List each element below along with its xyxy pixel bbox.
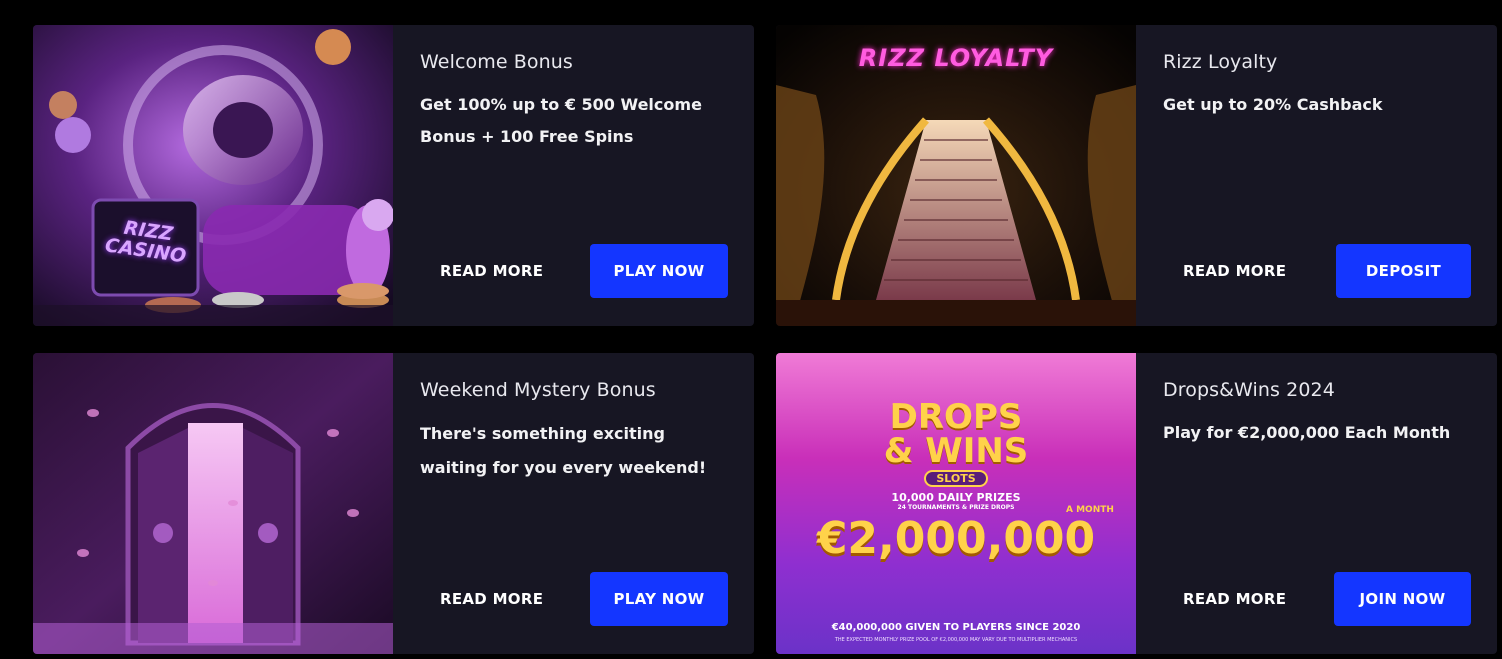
given-text: €40,000,000 GIVEN TO PLAYERS SINCE 2020 bbox=[831, 622, 1081, 633]
promo-card-weekend-mystery-bonus: Weekend Mystery Bonus There's something … bbox=[33, 353, 754, 654]
promo-card-rizz-loyalty: RIZZ LOYALTY Rizz Loyalty Get up to 20% … bbox=[776, 25, 1497, 326]
promo-info: Welcome Bonus Get 100% up to € 500 Welco… bbox=[393, 25, 754, 326]
promo-description: Play for €2,000,000 Each Month bbox=[1163, 423, 1451, 442]
play-now-button[interactable]: PLAY NOW bbox=[590, 244, 728, 298]
golden-staircase-image[interactable]: RIZZ LOYALTY bbox=[776, 25, 1136, 326]
promo-actions: READ MORE DEPOSIT bbox=[1163, 244, 1471, 298]
promo-title: Welcome Bonus bbox=[420, 51, 573, 73]
promotions-grid: RIZZ CASINO Welcome Bonus Get 100% up to… bbox=[33, 25, 1497, 654]
read-more-link[interactable]: READ MORE bbox=[1183, 262, 1286, 280]
promo-info: Drops&Wins 2024 Play for €2,000,000 Each… bbox=[1136, 353, 1497, 654]
promo-actions: READ MORE PLAY NOW bbox=[420, 244, 728, 298]
promo-description: Get up to 20% Cashback bbox=[1163, 95, 1383, 114]
promo-card-drops-wins: DROPS & WINS SLOTS 10,000 DAILY PRIZES 2… bbox=[776, 353, 1497, 654]
wins-headline: & WINS bbox=[883, 431, 1029, 471]
deposit-button[interactable]: DEPOSIT bbox=[1336, 244, 1471, 298]
promo-card-welcome-bonus: RIZZ CASINO Welcome Bonus Get 100% up to… bbox=[33, 25, 754, 326]
mystery-door-image[interactable] bbox=[33, 353, 393, 654]
promo-info: Rizz Loyalty Get up to 20% Cashback READ… bbox=[1136, 25, 1497, 326]
drops-wins-banner-image[interactable]: DROPS & WINS SLOTS 10,000 DAILY PRIZES 2… bbox=[776, 353, 1136, 654]
promo-description: There's something exciting waiting for y… bbox=[420, 424, 707, 477]
promo-title: Drops&Wins 2024 bbox=[1163, 379, 1335, 401]
drops-headline: DROPS bbox=[889, 397, 1023, 437]
casino-vault-image[interactable]: RIZZ CASINO bbox=[33, 25, 393, 326]
read-more-link[interactable]: READ MORE bbox=[440, 590, 543, 608]
fine-print-text: THE EXPECTED MONTHLY PRIZE POOL OF €2,00… bbox=[834, 637, 1078, 643]
slots-badge: SLOTS bbox=[924, 470, 988, 487]
promo-info: Weekend Mystery Bonus There's something … bbox=[393, 353, 754, 654]
loyalty-logo-text: RIZZ LOYALTY bbox=[858, 44, 1054, 72]
promo-title: Rizz Loyalty bbox=[1163, 51, 1278, 73]
read-more-link[interactable]: READ MORE bbox=[1183, 590, 1286, 608]
promo-actions: READ MORE PLAY NOW bbox=[420, 572, 728, 626]
promo-description: Get 100% up to € 500 Welcome Bonus + 100… bbox=[420, 95, 702, 146]
join-now-button[interactable]: JOIN NOW bbox=[1334, 572, 1471, 626]
prize-amount-text: €2,000,000 bbox=[816, 513, 1096, 564]
daily-prizes-text: 10,000 DAILY PRIZES bbox=[891, 491, 1021, 504]
promo-actions: READ MORE JOIN NOW bbox=[1163, 572, 1471, 626]
read-more-link[interactable]: READ MORE bbox=[440, 262, 543, 280]
promo-title: Weekend Mystery Bonus bbox=[420, 379, 656, 401]
play-now-button[interactable]: PLAY NOW bbox=[590, 572, 728, 626]
